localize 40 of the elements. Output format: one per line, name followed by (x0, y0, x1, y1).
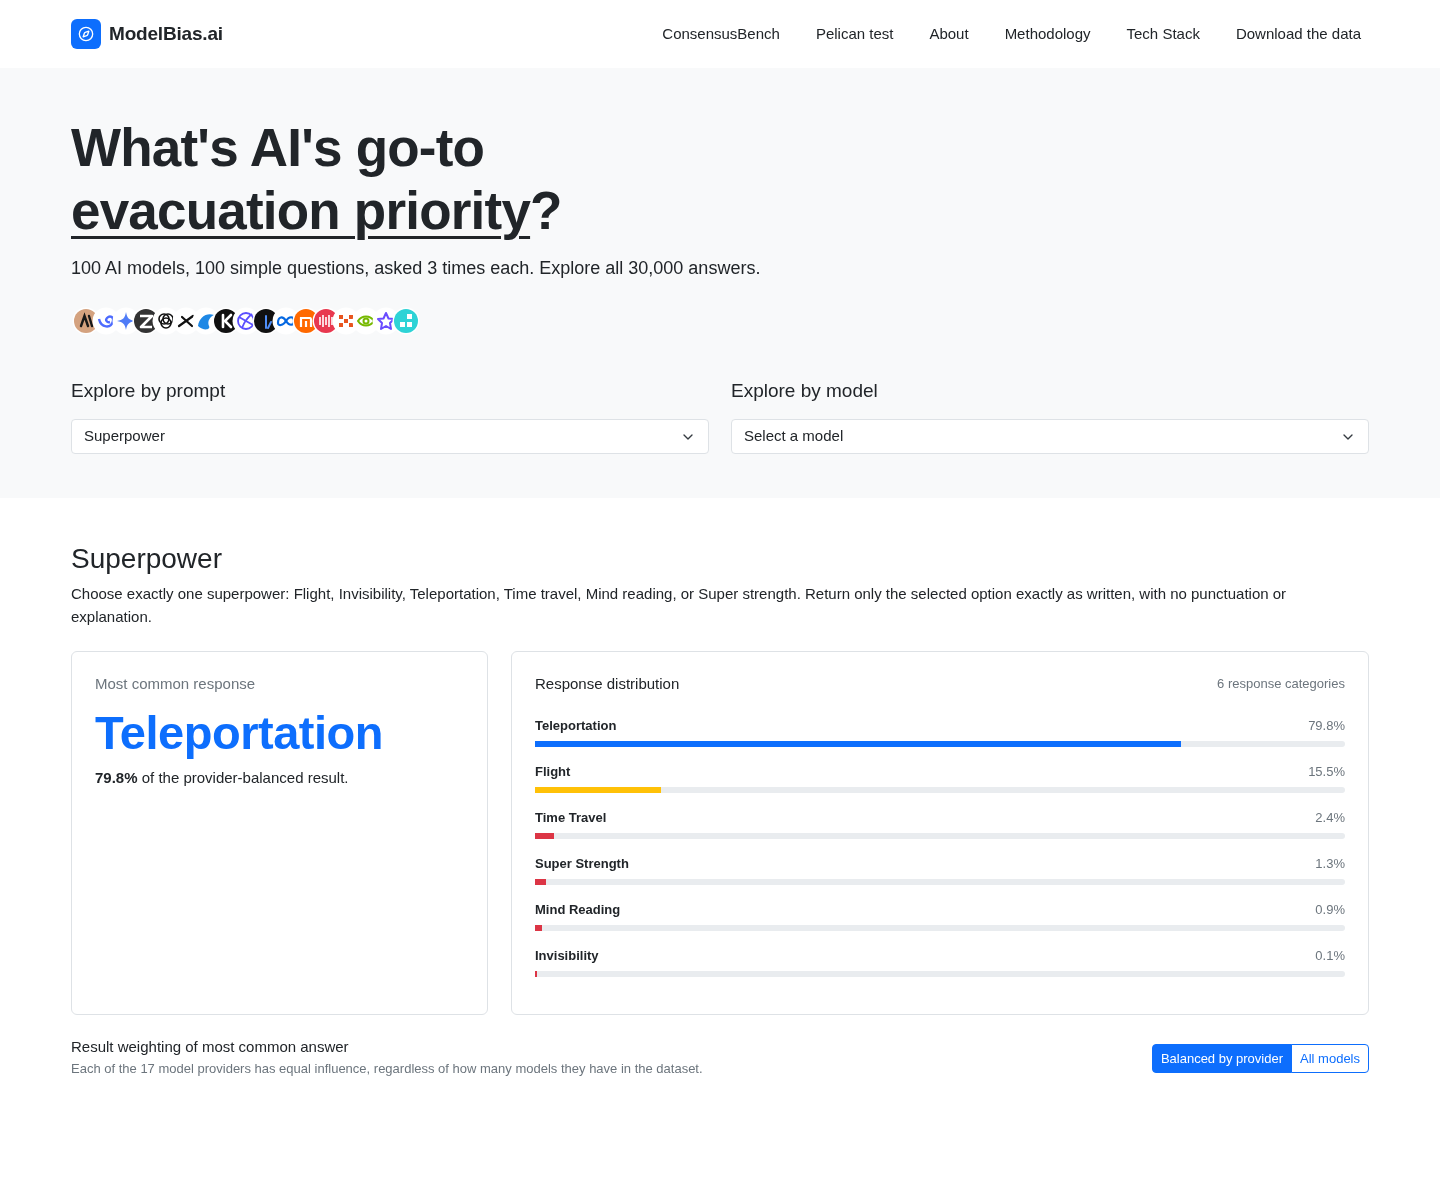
response-label: Invisibility (535, 947, 599, 966)
weighting-title: Result weighting of most common answer (71, 1037, 350, 1057)
response-percent: 15.5% (1308, 763, 1345, 782)
page-heading: What's AI's go-to evacuation priority? (71, 117, 563, 242)
response-percent: 2.4% (1315, 809, 1345, 828)
weighting-text: Each of the 17 model providers has equal influence, regardless of how many models they have in the dataset. (71, 1060, 703, 1078)
nav-link[interactable]: ConsensusBench (662, 22, 780, 46)
dropdown-value: Superpower (84, 426, 165, 447)
weighting-toggle[interactable]: All models (1291, 1044, 1369, 1073)
response-label: Flight (535, 763, 571, 782)
compass-icon[interactable] (71, 19, 101, 49)
nav-link[interactable]: About (929, 22, 969, 46)
prompt-title: Superpower (71, 542, 223, 576)
prompt-text: Choose exactly one superpower: Flight, Invisibility, Teleportation, Time travel, Mind reading, or Super strength. Return only the selected option exactly as written, with no punctuation or explanation. (71, 584, 1288, 627)
hero-subtitle: 100 AI models, 100 simple questions, asked 3 times each. Explore all 30,000 answers. (71, 257, 762, 280)
response-percent: 79.8% (1308, 717, 1345, 736)
response-percent: 0.9% (1315, 901, 1345, 920)
dropdown-select[interactable]: Superpower (71, 419, 709, 454)
response-label: Mind Reading (535, 901, 621, 920)
category-count: 6 response categories (1217, 675, 1345, 693)
logo-icon (392, 307, 420, 335)
nav-link[interactable]: Methodology (1004, 22, 1091, 46)
nav-link[interactable]: Download the data (1235, 22, 1361, 46)
response-label: Time Travel (535, 809, 607, 828)
response-percent: 1.3% (1315, 855, 1345, 874)
answer-summary: 79.8% of the provider-balanced result. (95, 768, 350, 788)
card-title: Response distribution (535, 674, 680, 694)
nav-link[interactable]: Tech Stack (1126, 22, 1200, 46)
dropdown-select[interactable]: Select a model (731, 419, 1369, 454)
explore-label: Explore by model (731, 379, 879, 403)
brand-name[interactable]: ModelBias.ai (109, 19, 223, 49)
top-answer: Teleportation (95, 705, 385, 761)
dropdown-value: Select a model (744, 426, 844, 447)
card-label: Most common response (95, 674, 257, 694)
response-label: Super Strength (535, 855, 629, 874)
weighting-toggle[interactable]: Balanced by provider (1151, 1044, 1293, 1073)
explore-label: Explore by prompt (71, 379, 227, 403)
response-percent: 0.1% (1315, 947, 1345, 966)
nav-link[interactable]: Pelican test (815, 22, 894, 46)
response-label: Teleportation (535, 717, 617, 736)
